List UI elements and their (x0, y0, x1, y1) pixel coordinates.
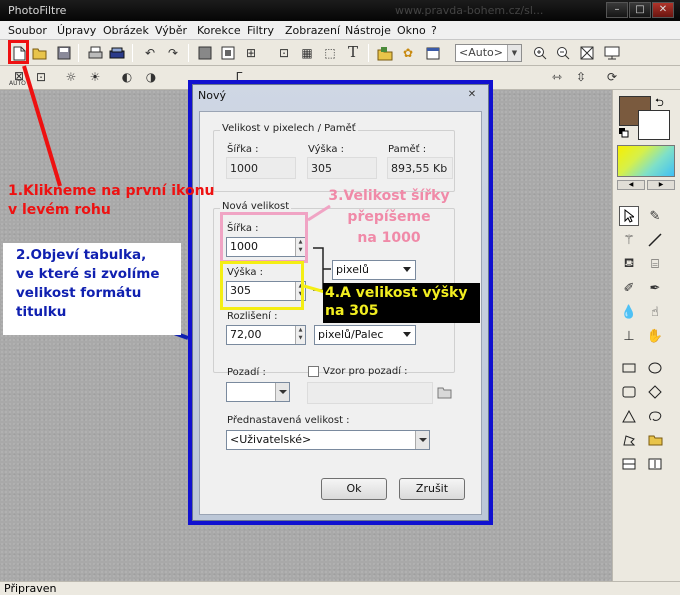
annotation-step-2: 2.Objeví tabulka, ve které si zvolíme ve… (16, 247, 160, 320)
red-pointer-line (22, 65, 62, 187)
yellow-pointer-line (303, 284, 326, 294)
annotation-step-4: 4.A velikost výšky na 305 (325, 285, 468, 319)
annotation-step-3: 3.Velikost šířky přepíšeme na 1000 (328, 188, 450, 246)
annotation-step-1: 1.Klikneme na první ikonu v levém rohu (8, 183, 215, 218)
